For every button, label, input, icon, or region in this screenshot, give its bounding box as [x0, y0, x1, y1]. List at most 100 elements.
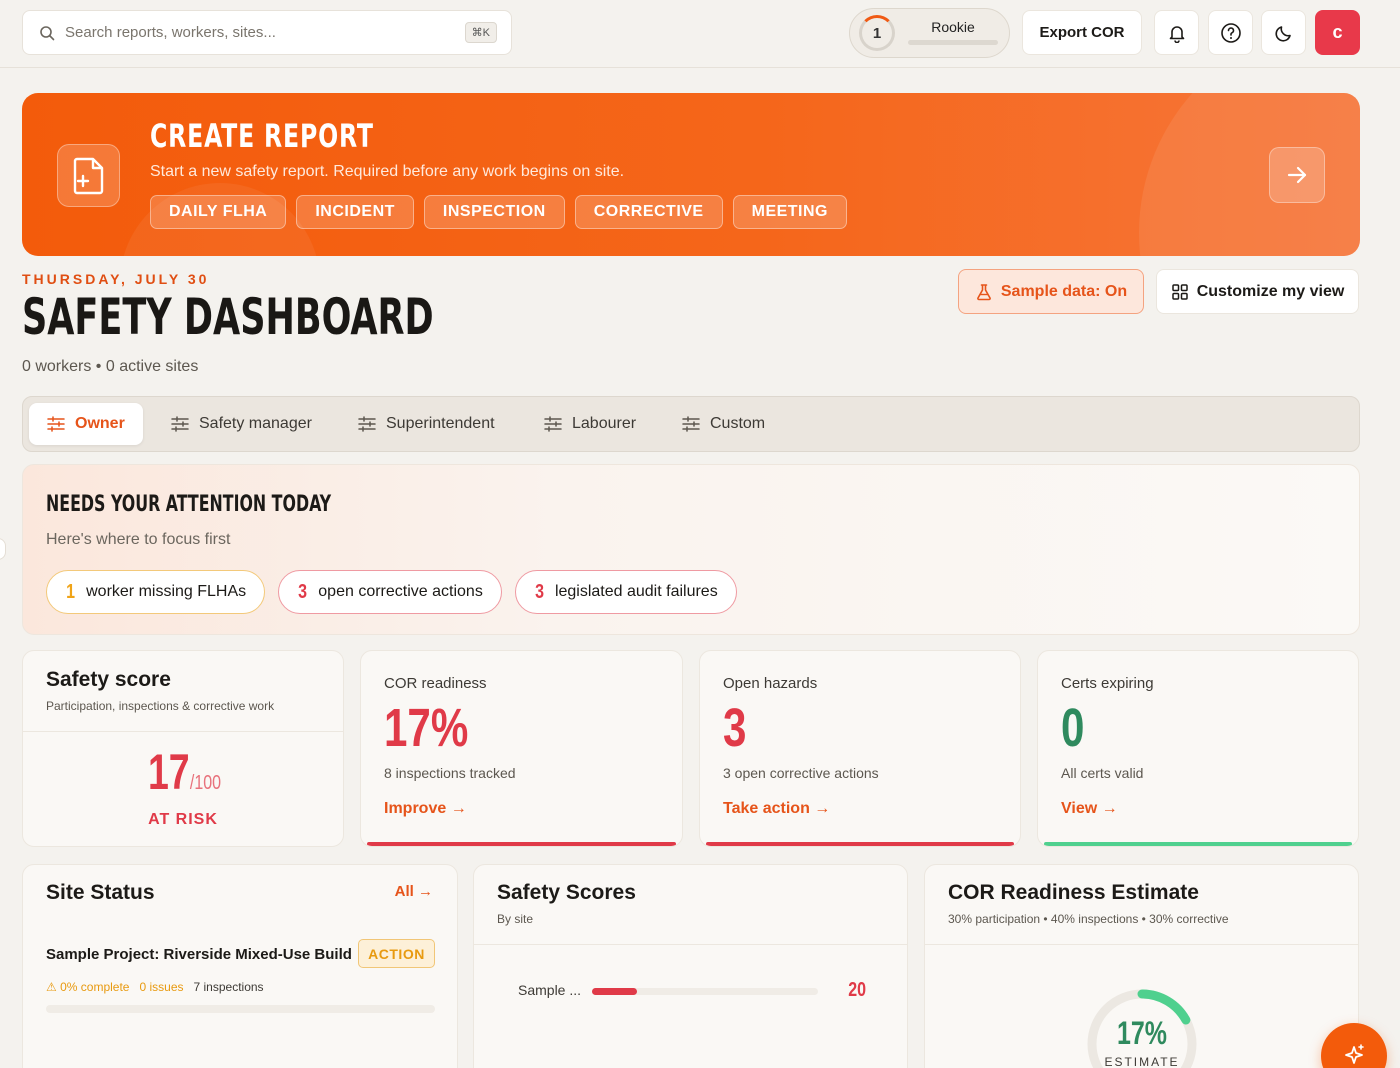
sample-data-label: Sample data: On	[1000, 282, 1128, 300]
card-title: Safety score	[46, 668, 171, 691]
stat-label: Open hazards	[723, 675, 818, 692]
search-bar[interactable]: ⌘K	[22, 10, 512, 55]
tab-label: Labourer	[572, 415, 637, 432]
attention-count: 3	[298, 580, 308, 603]
bell-icon	[1169, 25, 1184, 43]
panel-title: COR Readiness Estimate	[948, 881, 1199, 904]
improve-link[interactable]: Improve →	[384, 800, 467, 818]
stat-label: COR readiness	[384, 675, 487, 692]
stat-subtext: All certs valid	[1061, 765, 1144, 781]
create-report-arrow-button[interactable]	[1269, 147, 1325, 203]
gauge-value-text: 17%	[1117, 1015, 1167, 1051]
stat-accent-bar	[706, 842, 1014, 846]
help-button[interactable]	[1208, 10, 1253, 55]
cor-estimate-gauge: 17% ESTIMATE	[1085, 987, 1199, 1068]
panel-subtitle: By site	[497, 912, 534, 926]
sparkles-icon	[1345, 1044, 1364, 1064]
customize-view-button[interactable]: Customize my view	[1156, 269, 1359, 314]
moon-icon	[1274, 25, 1291, 42]
site-score-label: Sample ...	[518, 982, 582, 998]
sliders-icon	[171, 416, 189, 432]
site-inspections: 7 inspections	[193, 980, 264, 994]
chip-daily-flha[interactable]: DAILY FLHA	[150, 195, 287, 229]
user-avatar[interactable]: c	[1315, 10, 1360, 55]
tab-superintendent[interactable]: Superintendent	[340, 403, 513, 445]
rank-level: 1	[859, 15, 895, 51]
banner-decoration	[1139, 93, 1360, 256]
export-cor-button[interactable]: Export COR	[1022, 10, 1142, 55]
stat-label: Certs expiring	[1061, 675, 1154, 692]
site-status-badge: ACTION	[358, 939, 435, 968]
banner-subtitle: Start a new safety report. Required befo…	[150, 163, 625, 180]
divider	[925, 944, 1358, 945]
attention-count: 3	[534, 580, 544, 603]
theme-toggle-button[interactable]	[1261, 10, 1306, 55]
open-hazards-card[interactable]: Open hazards 3 3 open corrective actions…	[699, 650, 1021, 847]
attention-panel: NEEDS YOUR ATTENTION TODAY Here's where …	[22, 464, 1360, 635]
attention-item-corrective-actions[interactable]: 3 open corrective actions	[278, 570, 502, 614]
create-report-banner[interactable]: CREATE REPORT Start a new safety report.…	[22, 93, 1360, 256]
site-name[interactable]: Sample Project: Riverside Mixed-Use Buil…	[46, 946, 352, 963]
chip-inspection[interactable]: INSPECTION	[423, 195, 565, 229]
banner-title: CREATE REPORT	[150, 117, 374, 155]
sliders-icon	[682, 416, 700, 432]
search-icon	[40, 25, 55, 40]
tab-label: Safety manager	[199, 415, 312, 432]
divider	[474, 944, 907, 945]
safety-scores-panel: Safety Scores By site Sample ... 20	[473, 864, 908, 1068]
tab-custom[interactable]: Custom	[664, 403, 783, 445]
tab-safety-manager[interactable]: Safety manager	[153, 403, 330, 445]
tab-labourer[interactable]: Labourer	[526, 403, 654, 445]
gauge-label: ESTIMATE	[1104, 1055, 1180, 1068]
score-status: AT RISK	[148, 811, 218, 828]
grid-icon	[1171, 283, 1188, 300]
notifications-button[interactable]	[1154, 10, 1199, 55]
certs-expiring-card[interactable]: Certs expiring 0 All certs valid View →	[1037, 650, 1359, 847]
view-link[interactable]: View →	[1061, 800, 1118, 818]
stat-value: 17%	[384, 698, 469, 758]
sample-data-toggle[interactable]: Sample data: On	[958, 269, 1144, 314]
help-icon	[1220, 22, 1241, 43]
stat-subtext: 8 inspections tracked	[384, 765, 516, 781]
stat-accent-bar	[1044, 842, 1352, 846]
arrow-right-icon	[1287, 166, 1307, 184]
chip-corrective[interactable]: CORRECTIVE	[574, 195, 723, 229]
all-sites-link[interactable]: All →	[395, 883, 433, 900]
attention-label: open corrective actions	[318, 583, 483, 600]
attention-subtitle: Here's where to focus first	[46, 531, 231, 548]
sidebar-handle[interactable]	[0, 538, 6, 560]
site-score-track	[592, 988, 818, 995]
tab-label: Owner	[75, 415, 125, 432]
tab-label: Custom	[710, 415, 766, 432]
sliders-icon	[358, 416, 376, 432]
attention-item-audit-failures[interactable]: 3 legislated audit failures	[514, 570, 737, 614]
take-action-link[interactable]: Take action →	[723, 800, 830, 818]
page-subtitle: 0 workers • 0 active sites	[22, 358, 199, 375]
rank-badge[interactable]: 1 Rookie	[849, 8, 1010, 58]
attention-item-missing-flha[interactable]: 1 worker missing FLHAs	[46, 570, 266, 614]
sliders-icon	[47, 416, 65, 432]
site-score-fill	[592, 988, 638, 995]
attention-title: NEEDS YOUR ATTENTION TODAY	[46, 492, 332, 517]
search-input[interactable]	[65, 24, 445, 41]
sliders-icon	[544, 416, 562, 432]
safety-score-card[interactable]: Safety score Participation, inspections …	[22, 650, 344, 847]
shortcut-hint: ⌘K	[464, 22, 497, 43]
chip-incident[interactable]: INCIDENT	[296, 195, 414, 229]
current-date: THURSDAY, JULY 30	[22, 271, 210, 287]
attention-items: 1 worker missing FLHAs 3 open corrective…	[46, 570, 737, 614]
stat-accent-bar	[367, 842, 676, 846]
attention-label: worker missing FLHAs	[86, 583, 247, 600]
stat-value: 0	[1061, 698, 1085, 758]
tab-owner[interactable]: Owner	[29, 403, 143, 445]
divider	[23, 731, 343, 732]
site-progress-bar	[46, 1005, 435, 1013]
cor-readiness-card[interactable]: COR readiness 17% 8 inspections tracked …	[360, 650, 683, 847]
role-tabs: Owner Safety manager Superintendent Labo…	[22, 396, 1360, 452]
panel-title: Site Status	[46, 881, 155, 904]
top-bar: ⌘K 1 Rookie Export COR c	[0, 0, 1400, 68]
gauge-value: 17%	[1085, 1015, 1199, 1052]
panel-subtitle: 30% participation • 40% inspections • 30…	[948, 912, 1229, 926]
site-score-row[interactable]: Sample ... 20	[518, 979, 888, 1001]
chip-meeting[interactable]: MEETING	[732, 195, 847, 229]
